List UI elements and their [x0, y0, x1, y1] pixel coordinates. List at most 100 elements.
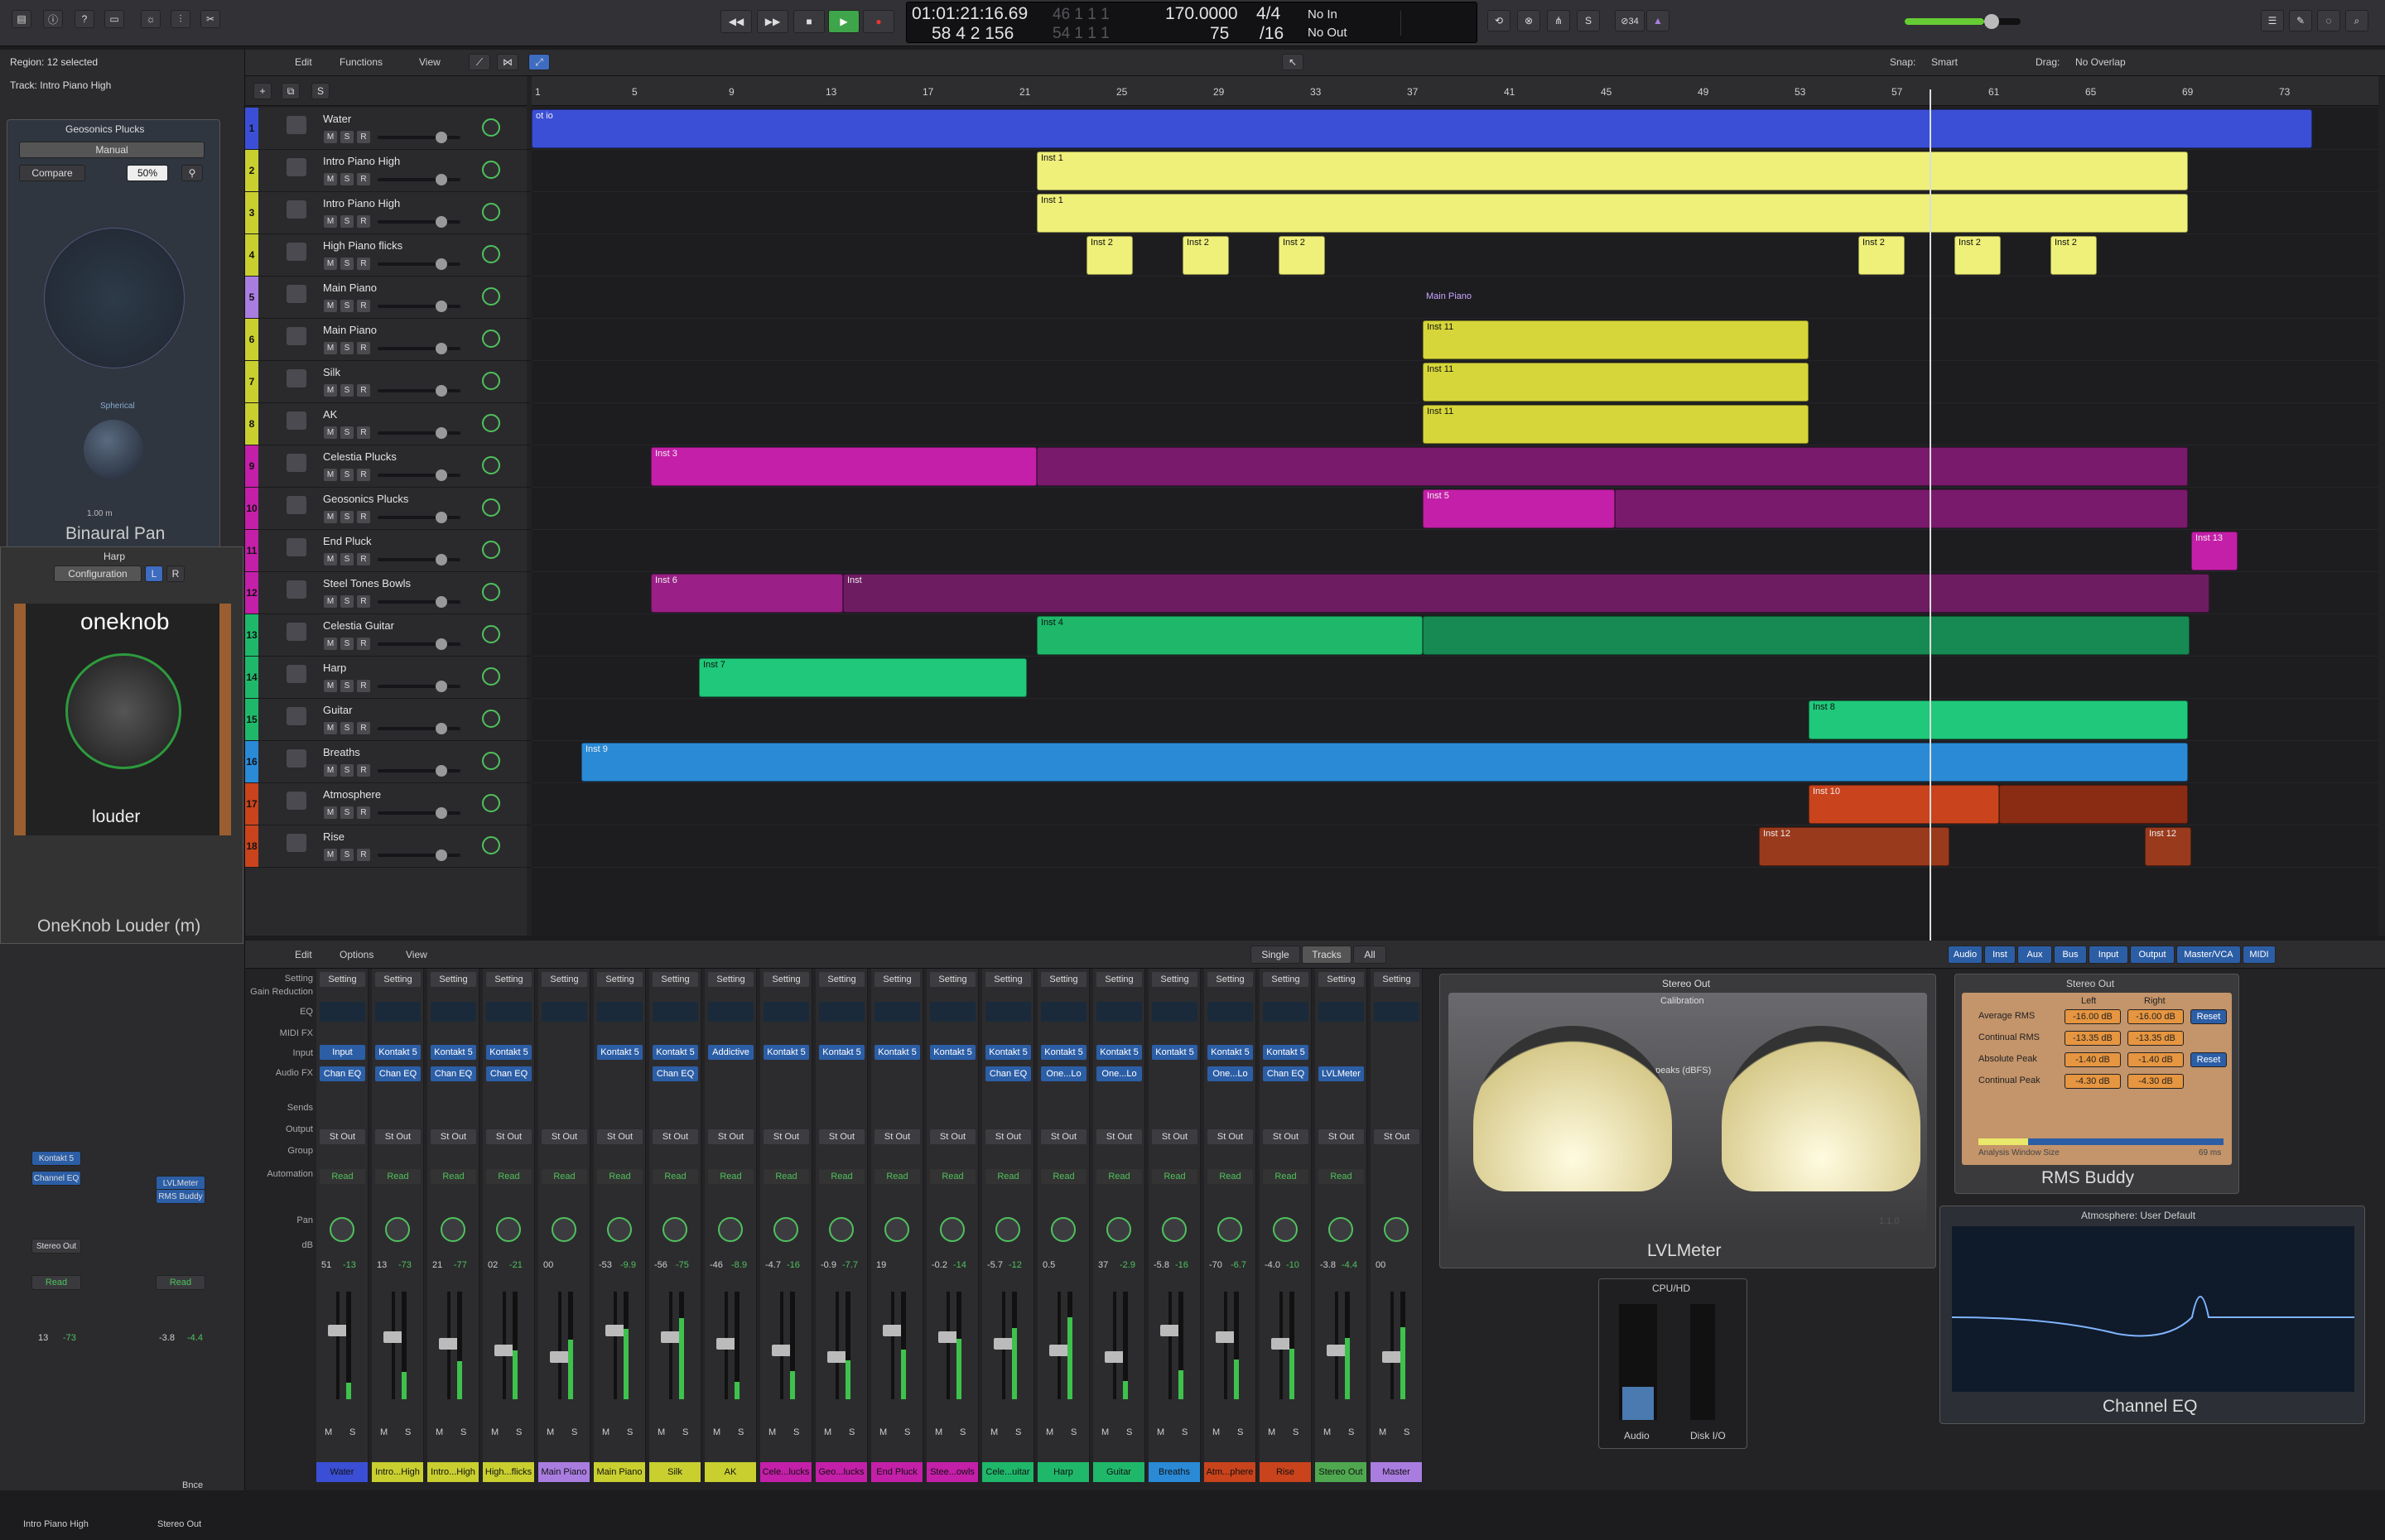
record-button[interactable]: R — [357, 511, 370, 523]
strip-name[interactable]: Harp — [1038, 1462, 1089, 1482]
browser-icon[interactable]: ⌕ — [2345, 10, 2368, 31]
volume-slider[interactable] — [378, 174, 460, 185]
track-header[interactable]: Track: Intro Piano High — [10, 79, 111, 91]
fx-slot[interactable]: Chan EQ — [431, 1066, 476, 1081]
region[interactable]: Inst 8 — [1809, 700, 2188, 739]
input-slot[interactable]: Kontakt 5 — [1041, 1045, 1086, 1060]
pan-knob[interactable] — [482, 583, 500, 601]
automation-slot[interactable]: Read — [31, 1275, 81, 1290]
eq-thumb[interactable] — [874, 1002, 920, 1022]
mode-all[interactable]: All — [1353, 946, 1386, 964]
region[interactable]: Inst 4 — [1037, 616, 1423, 655]
pan-knob[interactable] — [482, 372, 500, 390]
region[interactable]: Inst 11 — [1423, 363, 1809, 402]
strip-name[interactable]: Master — [1371, 1462, 1422, 1482]
configuration-button[interactable]: Configuration — [54, 565, 142, 582]
input-slot[interactable]: Kontakt 5 — [874, 1045, 920, 1060]
region-header[interactable]: Region: 12 selected — [10, 56, 98, 68]
quick-help-icon[interactable]: ? — [75, 10, 94, 28]
mute-button[interactable]: M — [824, 1427, 831, 1437]
pointer-tool-icon[interactable]: ↖ — [1282, 54, 1303, 70]
fx-slot[interactable]: Chan EQ — [320, 1066, 365, 1081]
track-name[interactable]: Harp — [323, 662, 346, 674]
track-name[interactable]: Guitar — [323, 704, 352, 716]
fader-cap[interactable] — [827, 1351, 847, 1363]
mute-button[interactable]: M — [1323, 1427, 1331, 1437]
automation-slot[interactable]: Read — [431, 1169, 476, 1184]
region[interactable] — [1999, 785, 2188, 824]
mode-select[interactable]: Manual — [19, 142, 205, 158]
volume-fader[interactable] — [891, 1292, 894, 1399]
setting-slot[interactable]: Setting — [1263, 972, 1308, 987]
track-lane[interactable] — [532, 825, 2378, 868]
solo-button[interactable]: S — [340, 131, 354, 143]
solo-button[interactable]: S — [1348, 1427, 1354, 1437]
smart-controls-icon[interactable]: ☼ — [141, 10, 161, 28]
output-slot[interactable]: St Out — [1041, 1129, 1086, 1144]
region[interactable]: Inst 2 — [1954, 236, 2001, 275]
record-button[interactable]: R — [357, 849, 370, 861]
track-name[interactable]: Intro Piano High — [323, 155, 400, 167]
region[interactable] — [1615, 489, 2188, 528]
setting-slot[interactable]: Setting — [486, 972, 532, 987]
region[interactable]: Inst 2 — [1858, 236, 1905, 275]
volume-slider[interactable] — [378, 216, 460, 228]
solo-button[interactable]: S — [340, 680, 354, 692]
fader-cap[interactable] — [772, 1345, 792, 1356]
pan-knob[interactable] — [482, 456, 500, 474]
fx-slot[interactable]: Chan EQ — [486, 1066, 532, 1081]
record-button[interactable]: R — [357, 469, 370, 481]
record-button[interactable]: R — [357, 595, 370, 608]
region[interactable]: Inst 1 — [1037, 152, 2188, 190]
strip-name[interactable]: AK — [705, 1462, 756, 1482]
eq-thumb[interactable] — [542, 1002, 587, 1022]
pan-knob[interactable] — [482, 667, 500, 686]
strip-name[interactable]: Intro...High — [372, 1462, 423, 1482]
region[interactable]: Inst 9 — [581, 743, 2188, 782]
setting-slot[interactable]: Setting — [985, 972, 1031, 987]
elevation-sphere[interactable] — [84, 420, 143, 479]
ruler[interactable]: 1 5 9 13 17 21 25 29 33 37 41 45 49 53 57 61 65 69 73 — [532, 76, 2378, 106]
region[interactable]: Inst 2 — [1183, 236, 1229, 275]
mode-tracks[interactable]: Tracks — [1302, 946, 1352, 964]
pan-knob[interactable] — [552, 1217, 576, 1242]
mute-button[interactable]: M — [324, 131, 337, 143]
mute-button[interactable]: M — [324, 300, 337, 312]
metronome-icon[interactable]: ▲ — [1646, 10, 1670, 31]
menu-view[interactable]: View — [406, 949, 427, 960]
solo-button[interactable]: S — [340, 849, 354, 861]
pan-knob[interactable] — [482, 710, 500, 728]
mute-button[interactable]: M — [1212, 1427, 1220, 1437]
mute-button[interactable]: M — [1046, 1427, 1053, 1437]
output-slot[interactable]: St Out — [431, 1129, 476, 1144]
track-lane[interactable] — [532, 530, 2378, 572]
volume-fader[interactable] — [614, 1292, 617, 1399]
automation-slot[interactable]: Read — [1207, 1169, 1253, 1184]
output-slot[interactable]: St Out — [1263, 1129, 1308, 1144]
pan-knob[interactable] — [482, 498, 500, 517]
eq-thumb[interactable] — [930, 1002, 976, 1022]
input-slot[interactable]: Kontakt 5 — [597, 1045, 643, 1060]
region[interactable]: Inst 2 — [1086, 236, 1133, 275]
input-slot[interactable]: Kontakt 5 — [486, 1045, 532, 1060]
pan-knob[interactable] — [1051, 1217, 1076, 1242]
automation-icon[interactable]: ⟋ — [469, 54, 490, 70]
output-slot[interactable]: St Out — [985, 1129, 1031, 1144]
eq-thumb[interactable] — [1096, 1002, 1142, 1022]
mute-button[interactable]: M — [990, 1427, 998, 1437]
pan-knob[interactable] — [482, 245, 500, 263]
volume-slider[interactable] — [378, 427, 460, 439]
strip-name[interactable]: Intro...High — [427, 1462, 479, 1482]
playhead[interactable] — [1930, 89, 1931, 969]
input-slot[interactable]: Kontakt 5 — [1263, 1045, 1308, 1060]
solo-button[interactable]: S — [1404, 1427, 1409, 1437]
menu-functions[interactable]: Functions — [340, 56, 383, 68]
volume-fader[interactable] — [392, 1292, 395, 1399]
solo-button[interactable]: S — [340, 342, 354, 354]
record-button[interactable]: R — [357, 553, 370, 565]
pan-knob[interactable] — [662, 1217, 687, 1242]
loop-browser-icon[interactable]: ◌ — [2317, 10, 2340, 31]
mute-button[interactable]: M — [324, 722, 337, 734]
pan-knob[interactable] — [1384, 1217, 1409, 1242]
automation-slot[interactable]: Read — [653, 1169, 698, 1184]
